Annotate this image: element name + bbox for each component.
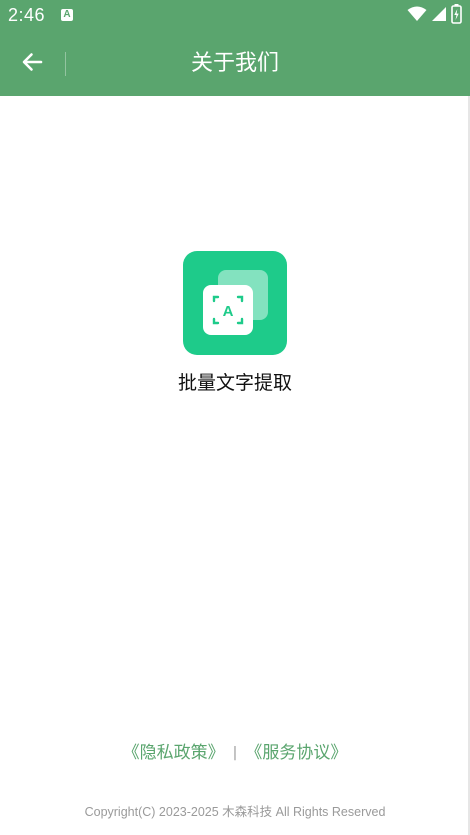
status-icons	[407, 4, 462, 28]
copyright-text: Copyright(C) 2023-2025 木森科技 All Rights R…	[84, 805, 386, 819]
app-name: 批量文字提取	[177, 372, 292, 394]
service-agreement-link[interactable]: 《服务协议》	[245, 743, 347, 763]
privacy-policy-link[interactable]: 《隐私政策》	[123, 743, 225, 763]
toolbar-divider	[65, 52, 66, 76]
app-icon: A	[183, 251, 287, 355]
signal-icon	[431, 6, 447, 26]
arrow-left-icon	[20, 50, 44, 78]
toolbar: 关于我们	[0, 32, 470, 96]
back-button[interactable]	[12, 44, 52, 84]
battery-icon	[451, 4, 462, 28]
app-icon-letter: A	[223, 303, 234, 320]
status-time: 2:46	[8, 5, 46, 25]
status-bar: 2:46 A	[0, 0, 470, 32]
wifi-icon	[407, 6, 427, 26]
policy-links: 《隐私政策》 | 《服务协议》	[0, 738, 470, 763]
page-title: 关于我们	[190, 51, 279, 76]
notification-a-icon: A	[61, 9, 73, 21]
links-separator: |	[232, 745, 238, 761]
app-header: 2:46 A 关于我们	[0, 0, 470, 96]
